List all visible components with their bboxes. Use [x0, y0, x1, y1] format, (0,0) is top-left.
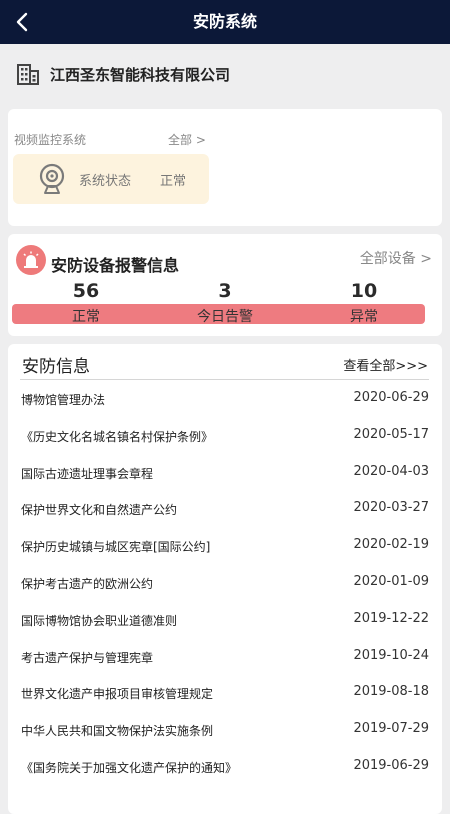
news-item-title: 保护历史城镇与城区宪章[国际公约]	[21, 540, 211, 555]
webcam-icon	[39, 163, 65, 194]
news-item-date: 2019-10-24	[353, 647, 429, 663]
news-item-date: 2019-07-29	[353, 721, 429, 737]
news-item[interactable]: 国际博物馆协会职业道德准则 2019-12-22	[8, 601, 442, 638]
news-item-date: 2020-02-19	[353, 537, 429, 553]
news-item-title: 考古遗产保护与管理宪章	[21, 650, 154, 665]
news-item-title: 保护世界文化和自然遗产公约	[21, 503, 178, 518]
alarm-title: 安防设备报警信息	[51, 256, 180, 275]
monitor-system-label: 视频监控系统	[14, 133, 87, 147]
news-item-title: 世界文化遗产申报项目审核管理规定	[21, 687, 214, 702]
news-item-date: 2020-05-17	[353, 426, 429, 442]
news-item-title: 国际古迹遗址理事会章程	[21, 466, 154, 481]
stat-normal-value: 56	[72, 280, 100, 302]
stat-today-alarm-label[interactable]: 今日告警	[175, 306, 275, 326]
stat-today-alarm-value: 3	[218, 280, 232, 302]
news-item-title: 博物馆管理办法	[21, 393, 106, 407]
stat-normal-label[interactable]: 正常	[36, 306, 136, 326]
news-item-title: 中华人民共和国文物保护法实施条例	[21, 724, 214, 739]
siren-glyph-icon	[23, 251, 39, 268]
news-item-title: 国际博物馆协会职业道德准则	[21, 613, 178, 628]
news-item-date: 2020-06-29	[353, 390, 429, 405]
stat-abnormal-value: 10	[350, 280, 378, 302]
alarm-siren-icon	[16, 245, 46, 275]
stat-abnormal-label[interactable]: 异常	[314, 306, 414, 326]
news-item-date: 2019-12-22	[353, 610, 429, 626]
monitor-all-link[interactable]: 全部 >	[168, 131, 206, 148]
news-item-date: 2020-03-27	[353, 500, 429, 516]
news-item[interactable]: 保护历史城镇与城区宪章[国际公约] 2020-02-19	[8, 527, 442, 564]
page-title: 安防系统	[192, 12, 257, 31]
news-item[interactable]: 《国务院关于加强文化遗产保护的通知》 2019-06-29	[8, 748, 442, 785]
news-item[interactable]: 考古遗产保护与管理宪章 2019-10-24	[8, 638, 442, 675]
news-item-title: 保护考古遗产的欧洲公约	[21, 576, 154, 591]
news-item[interactable]: 保护考古遗产的欧洲公约 2020-01-09	[8, 564, 442, 601]
security-news-card: 安防信息 查看全部>>> 博物馆管理办法 2020-06-29 《历史文化名城名…	[8, 344, 442, 814]
company-header: 江西圣东智能科技有限公司	[16, 58, 230, 90]
news-item[interactable]: 保护世界文化和自然遗产公约 2020-03-27	[8, 490, 442, 527]
news-section-title: 安防信息	[22, 357, 90, 377]
news-item-date: 2019-06-29	[353, 757, 429, 773]
news-item[interactable]: 博物馆管理办法 2020-06-29	[8, 380, 442, 417]
news-item[interactable]: 国际古迹遗址理事会章程 2020-04-03	[8, 454, 442, 491]
top-bar: 安防系统	[0, 0, 450, 44]
news-item-date: 2020-04-03	[353, 463, 429, 479]
building-icon	[17, 64, 39, 85]
system-status-value: 正常	[160, 174, 187, 189]
video-monitor-card: 视频监控系统 全部 > 系统状态 正常	[8, 109, 442, 226]
news-item-title: 《国务院关于加强文化遗产保护的通知》	[21, 760, 238, 775]
news-item-date: 2020-01-09	[353, 573, 429, 589]
alarm-card: 安防设备报警信息 全部设备 > 56 3 10 正常 今日告警 异常	[8, 234, 442, 336]
all-devices-link[interactable]: 全部设备 >	[360, 248, 432, 268]
news-item[interactable]: 中华人民共和国文物保护法实施条例 2019-07-29	[8, 711, 442, 748]
system-status-tile[interactable]: 系统状态 正常	[13, 154, 209, 204]
news-item[interactable]: 世界文化遗产申报项目审核管理规定 2019-08-18	[8, 674, 442, 711]
news-item-date: 2019-08-18	[353, 684, 429, 700]
system-status-label: 系统状态	[79, 174, 132, 189]
view-all-news-link[interactable]: 查看全部>>>	[343, 355, 428, 374]
news-list: 博物馆管理办法 2020-06-29 《历史文化名城名镇名村保护条例》 2020…	[8, 380, 442, 785]
news-item[interactable]: 《历史文化名城名镇名村保护条例》 2020-05-17	[8, 417, 442, 454]
company-name: 江西圣东智能科技有限公司	[50, 65, 231, 84]
news-item-title: 《历史文化名城名镇名村保护条例》	[21, 429, 214, 444]
